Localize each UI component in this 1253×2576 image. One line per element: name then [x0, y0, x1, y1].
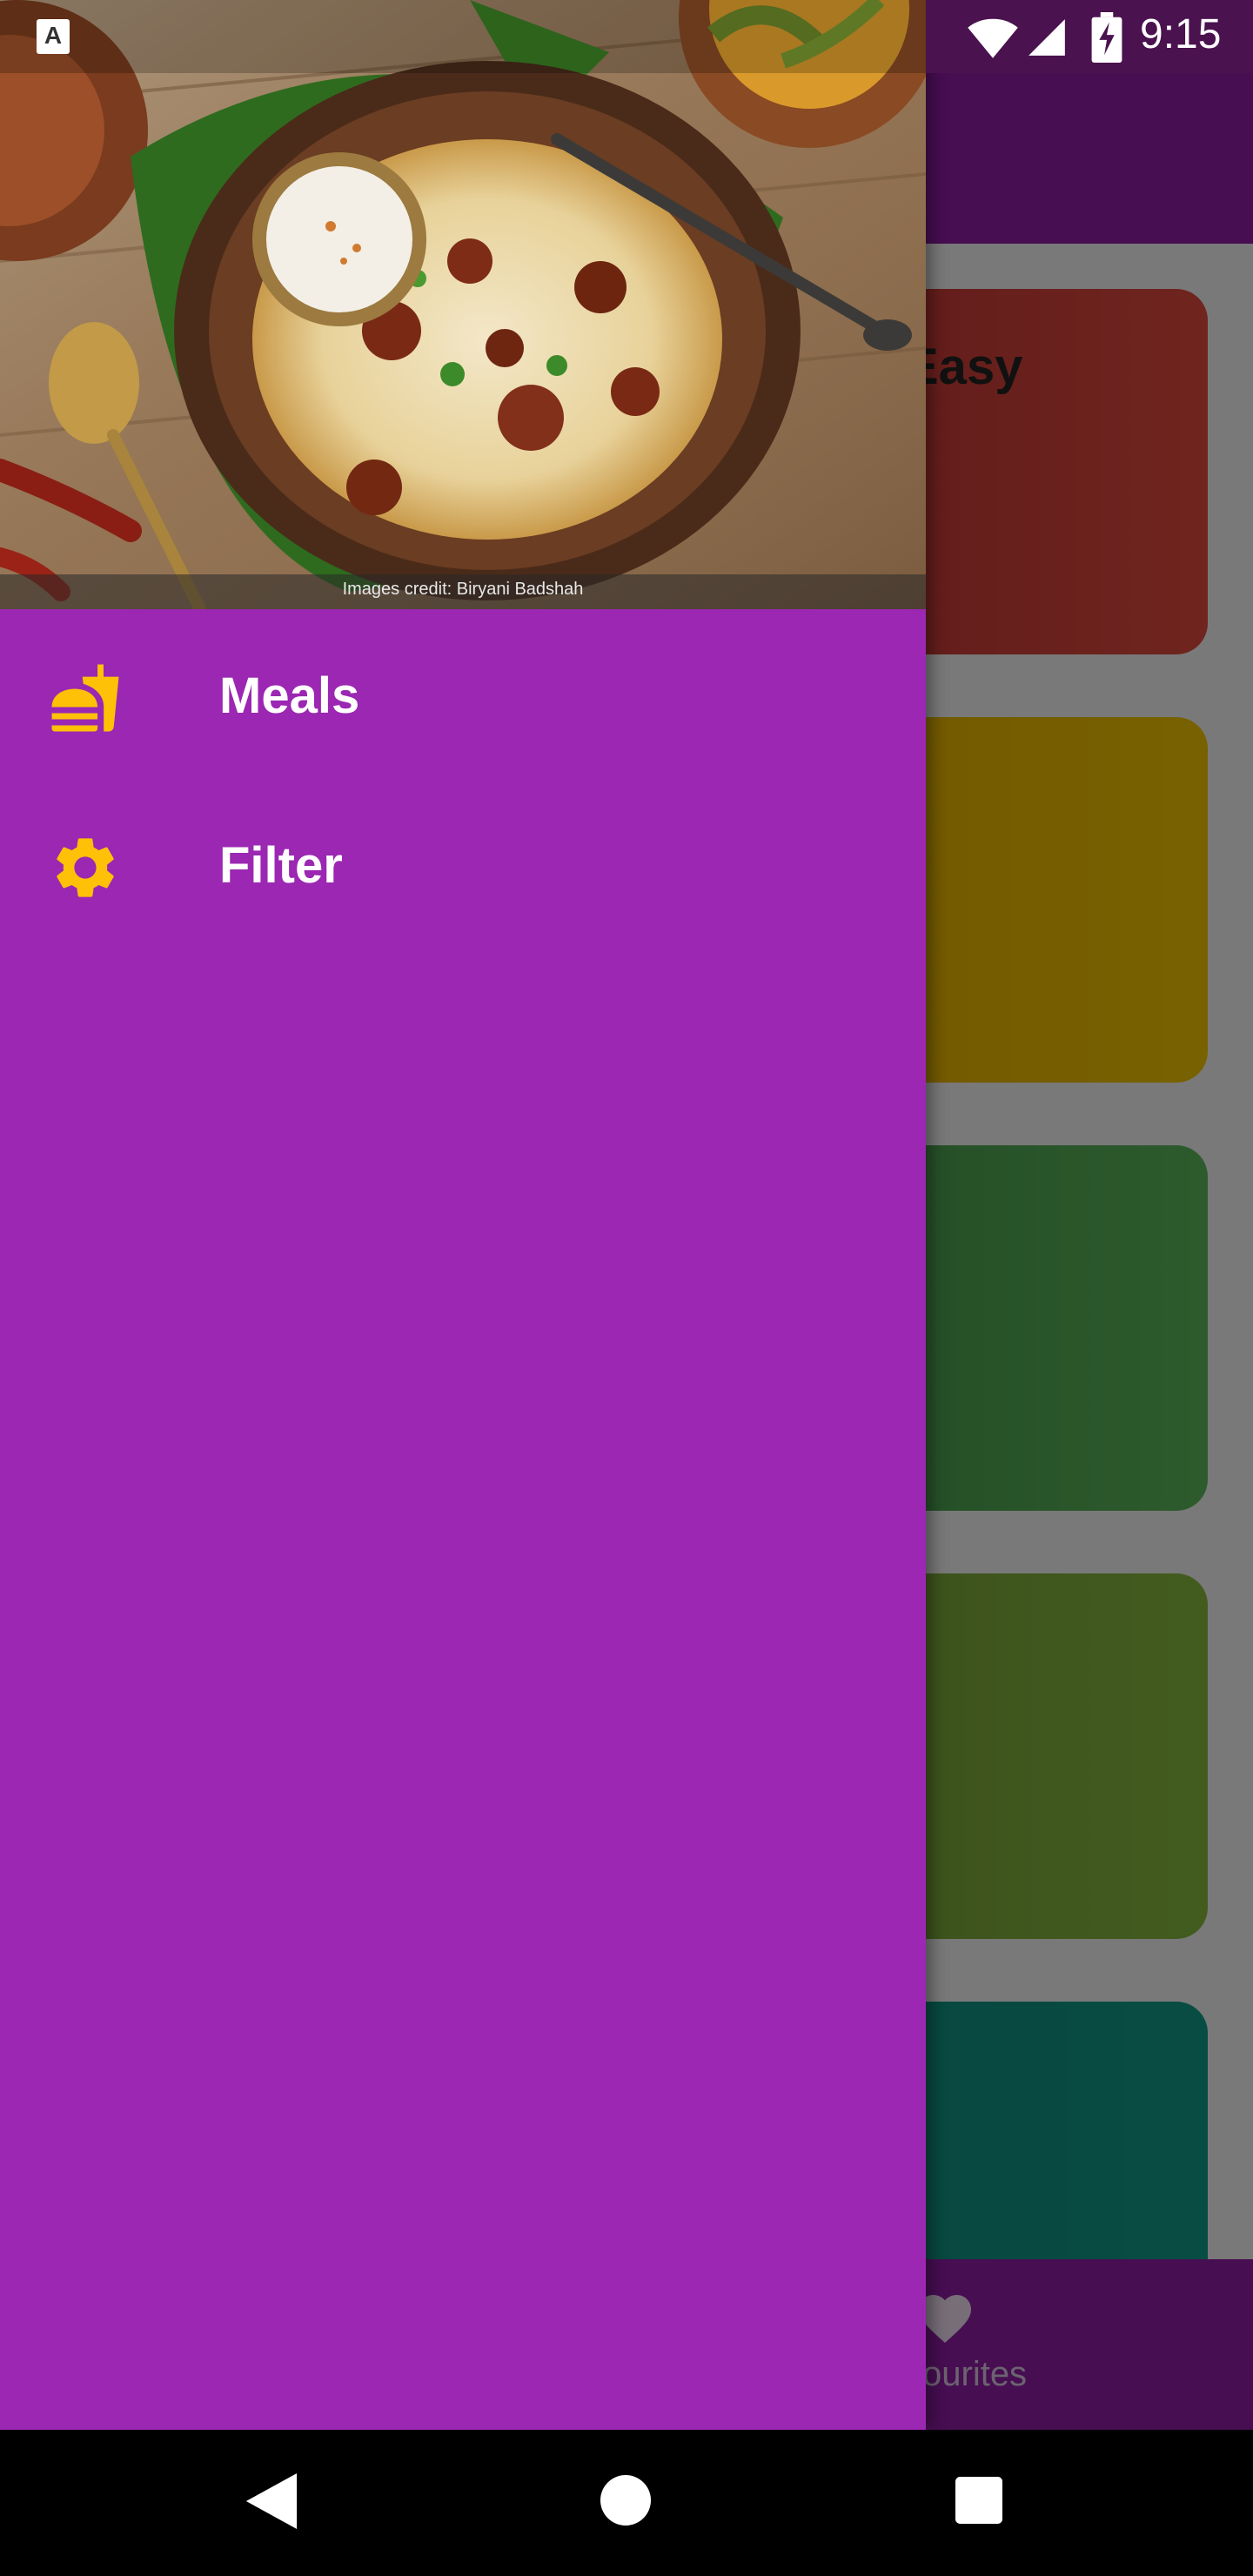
- battery-charging-icon: [1091, 12, 1122, 63]
- drawer-item-label: Filter: [219, 837, 343, 894]
- status-bar-clock: 9:15: [1140, 11, 1222, 57]
- system-navigation-bar: [0, 2430, 1253, 2576]
- drawer-item-filter[interactable]: Filter: [0, 788, 926, 944]
- gear-icon: [57, 838, 114, 897]
- navigation-drawer: Images credit: Biryani Badshah Meals Fil…: [0, 0, 926, 2430]
- drawer-item-label: Meals: [219, 667, 360, 724]
- back-icon[interactable]: [245, 2473, 298, 2529]
- status-bar: A 9:15: [0, 0, 1253, 73]
- image-credit-bar: Images credit: Biryani Badshah: [0, 574, 926, 609]
- fastfood-icon: [51, 664, 119, 732]
- drawer-item-meals[interactable]: Meals: [0, 618, 926, 775]
- image-credit-text: Images credit: Biryani Badshah: [342, 580, 584, 599]
- drawer-header-image: Images credit: Biryani Badshah: [0, 0, 926, 609]
- biryani-plate-photo: [0, 0, 926, 609]
- recents-icon[interactable]: [955, 2477, 1002, 2524]
- screen: Easy ourites: [0, 0, 1253, 2576]
- home-icon[interactable]: [600, 2475, 651, 2526]
- cell-signal-icon: [1029, 19, 1065, 56]
- wifi-icon: [968, 18, 1018, 58]
- app-notification-icon: A: [37, 19, 70, 54]
